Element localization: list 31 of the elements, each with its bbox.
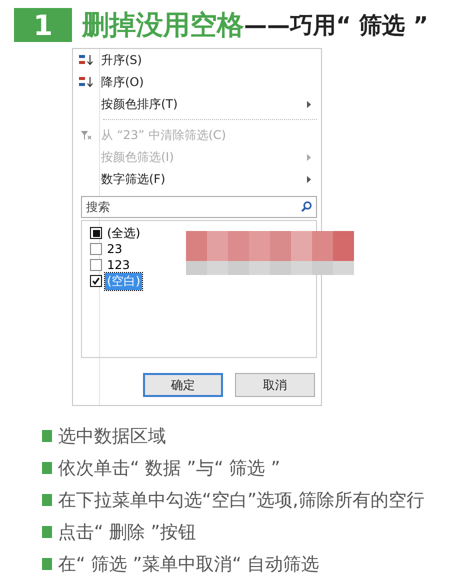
bullet-icon [42, 558, 52, 570]
menu-item[interactable]: 数字筛选(F) [73, 168, 321, 190]
value-label[interactable]: 123 [105, 258, 132, 272]
cancel-button[interactable]: 取消 [235, 373, 315, 397]
ok-button[interactable]: 确定 [143, 373, 223, 397]
bullet-icon [42, 462, 52, 474]
search-field[interactable]: 搜索 [81, 196, 317, 218]
menu-item[interactable]: 按颜色排序(T) [73, 93, 321, 115]
step-text: 在下拉菜单中勾选“空白”选项,筛除所有的空行 [58, 489, 424, 512]
clear-filter-icon [80, 130, 92, 140]
step-text: 依次单击“ 数据 ”与“ 筛选 ” [58, 457, 280, 480]
checkbox[interactable] [90, 275, 102, 287]
menu-item[interactable]: 升序(S) [73, 49, 321, 71]
bullet-icon [42, 494, 52, 506]
checkbox[interactable] [90, 259, 102, 271]
bullet-icon [42, 430, 52, 442]
heading-subtitle: ——巧用“ 筛选 ” [244, 12, 428, 40]
value-label[interactable]: 23 [105, 242, 124, 256]
checkbox[interactable] [90, 227, 102, 239]
checkbox[interactable] [90, 243, 102, 255]
heading-title: 删掉没用空格 [82, 9, 244, 43]
bullet-icon [42, 526, 52, 538]
step-text: 点击“ 删除 ”按钮 [58, 521, 196, 544]
step-number: 1 [14, 8, 72, 42]
step-text: 选中数据区域 [58, 425, 166, 448]
sort-descending-icon [78, 76, 94, 88]
menu-item[interactable]: 降序(O) [73, 71, 321, 93]
value-label[interactable]: (全选) [105, 224, 142, 242]
search-icon [301, 201, 312, 212]
step-text: 在“ 筛选 ”菜单中取消“ 自动筛选 [58, 553, 320, 576]
sort-ascending-icon [78, 54, 94, 66]
